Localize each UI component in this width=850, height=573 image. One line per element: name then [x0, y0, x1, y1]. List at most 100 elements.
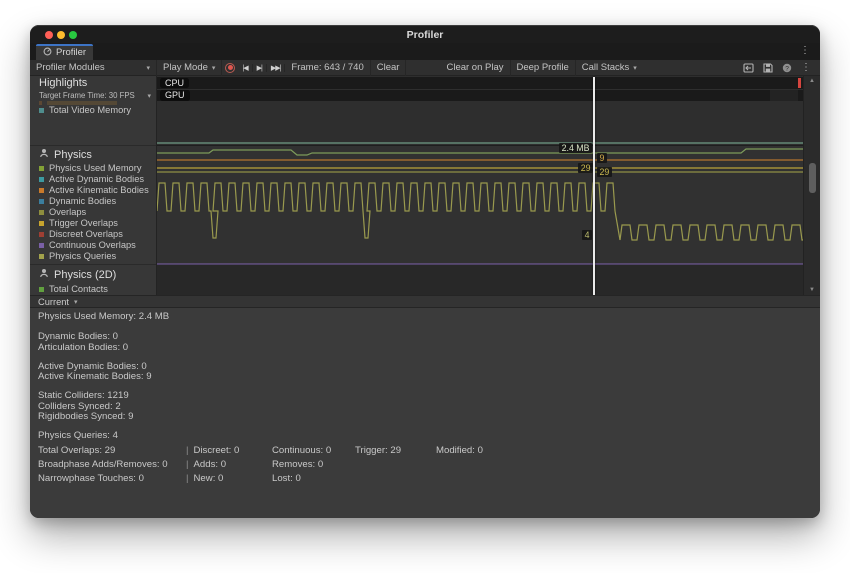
stat-cell: Modified: 0	[436, 445, 483, 456]
gpu-timeline-track[interactable]: GPU	[157, 90, 803, 102]
physics2d-module-header[interactable]: Physics (2D)	[39, 268, 116, 281]
legend-item-trigger-overlaps[interactable]: Trigger Overlaps	[39, 218, 118, 228]
title-bar: Profiler	[30, 25, 820, 43]
profiler-modules-dropdown[interactable]: Profiler Modules ▾	[30, 60, 157, 76]
clear-button[interactable]: Clear	[371, 60, 407, 76]
tab-profiler[interactable]: Profiler	[36, 44, 93, 60]
stat-cell: |Discreet: 0	[186, 445, 239, 456]
legend-swatch	[39, 221, 44, 226]
next-frame-button[interactable]: ▶|	[253, 64, 267, 72]
legend-label: Active Kinematic Bodies	[49, 185, 149, 195]
value-chip-queries: 4	[582, 230, 592, 240]
stat-cell: Total Overlaps: 29	[38, 445, 115, 456]
profiler-window: Profiler Profiler ⋮ Profiler Modules ▾ P…	[30, 25, 820, 518]
legend-item-physics-queries[interactable]: Physics Queries	[39, 251, 116, 261]
cpu-timeline-track[interactable]: CPU	[157, 77, 803, 89]
legend-label: Physics Queries	[49, 251, 116, 261]
gpu-track-label: GPU	[160, 90, 190, 101]
legend-item-active-dynamic-bodies[interactable]: Active Dynamic Bodies	[39, 174, 144, 184]
profiler-modules-label: Profiler Modules	[36, 62, 105, 73]
help-icon[interactable]: ?	[782, 63, 792, 73]
legend-label: Dynamic Bodies	[49, 196, 116, 206]
scroll-up-icon[interactable]: ▲	[804, 78, 820, 84]
stat-cell: Lost: 0	[272, 473, 301, 484]
toolbar-menu-kebab-icon[interactable]: ⋮	[801, 62, 811, 73]
tab-accent-stripe	[36, 44, 93, 46]
module-separator	[30, 264, 157, 265]
deep-profile-label: Deep Profile	[517, 62, 569, 73]
legend-item-active-kinematic-bodies[interactable]: Active Kinematic Bodies	[39, 185, 149, 195]
legend-label: Overlaps	[49, 207, 86, 217]
column-divider: |	[186, 459, 189, 470]
stat-cell: |Adds: 0	[186, 459, 226, 470]
frame-counter: Frame: 643 / 740	[285, 60, 370, 76]
legend-swatch	[39, 232, 44, 237]
value-chip-used-memory: 2.4 MB	[559, 143, 592, 153]
clear-on-play-toggle[interactable]: Clear on Play	[440, 60, 510, 76]
selected-frame-playhead[interactable]	[593, 77, 595, 295]
legend-swatch	[39, 210, 44, 215]
details-toolbar: Current ▾	[30, 295, 820, 308]
vertical-scrollbar[interactable]: ▲ ▼	[803, 76, 820, 295]
stat-cell: Broadphase Adds/Removes: 0	[38, 459, 168, 470]
narrowphase-stats-row: Narrowphase Touches: 0 |New: 0 Lost: 0	[30, 473, 820, 483]
play-mode-label: Play Mode	[163, 62, 208, 73]
chevron-down-icon: ▾	[212, 64, 216, 72]
last-frame-button[interactable]: ▶▶|	[267, 64, 286, 72]
deep-profile-toggle[interactable]: Deep Profile	[511, 60, 576, 76]
physics2d-icon	[39, 268, 49, 281]
legend-swatch	[39, 254, 44, 259]
tab-menu-kebab-icon[interactable]: ⋮	[800, 45, 810, 56]
target-frame-time-dropdown[interactable]: Target Frame Time: 30 FPS ▾	[39, 91, 151, 100]
scroll-down-icon[interactable]: ▼	[804, 287, 820, 293]
call-stacks-dropdown[interactable]: Call Stacks ▾	[576, 60, 643, 76]
legend-label: Continuous Overlaps	[49, 240, 136, 250]
physics-title: Physics	[54, 149, 92, 161]
broadphase-stats-row: Broadphase Adds/Removes: 0 |Adds: 0 Remo…	[30, 459, 820, 469]
detail-line: Rigidbodies Synced: 9	[38, 412, 169, 422]
tab-bar: Profiler ⋮	[30, 43, 820, 60]
record-button[interactable]	[225, 63, 235, 73]
legend-label: Trigger Overlaps	[49, 218, 118, 228]
stat-cell: Continuous: 0	[272, 445, 331, 456]
frame-chart-area[interactable]: CPU GPU 2.4 MB 9 29 29 4	[157, 76, 803, 295]
modules-sidebar: Highlights Target Frame Time: 30 FPS ▾ T…	[30, 76, 157, 295]
legend-item-discreet-overlaps[interactable]: Discreet Overlaps	[39, 229, 123, 239]
detail-line: Articulation Bodies: 0	[38, 343, 169, 353]
column-divider: |	[186, 473, 189, 484]
physics-module-header[interactable]: Physics	[39, 148, 92, 161]
toolbar: Profiler Modules ▾ Play Mode ▾ |◀ ▶| ▶▶|…	[30, 60, 820, 76]
clear-label: Clear	[377, 62, 400, 73]
legend-item-physics-used-memory[interactable]: Physics Used Memory	[39, 163, 141, 173]
detail-line: Physics Used Memory: 2.4 MB	[38, 312, 169, 322]
legend-label: Discreet Overlaps	[49, 229, 123, 239]
frame-counter-label: Frame: 643 / 740	[291, 62, 363, 73]
physics-icon	[39, 148, 49, 161]
legend-swatch	[39, 199, 44, 204]
highlights-module-header[interactable]: Highlights	[39, 77, 87, 89]
stat-cell: Removes: 0	[272, 459, 323, 470]
save-profile-icon[interactable]	[763, 63, 773, 73]
details-view-dropdown[interactable]: Current ▾	[30, 297, 86, 307]
svg-text:?: ?	[785, 65, 789, 72]
column-divider: |	[186, 445, 189, 456]
scrollbar-thumb[interactable]	[809, 163, 816, 193]
legend-swatch	[39, 166, 44, 171]
legend-item-total-contacts[interactable]: Total Contacts	[39, 284, 108, 294]
window-title: Profiler	[30, 29, 820, 41]
tab-label: Profiler	[56, 47, 86, 58]
legend-swatch	[39, 243, 44, 248]
play-mode-dropdown[interactable]: Play Mode ▾	[157, 60, 222, 76]
legend-item-dynamic-bodies[interactable]: Dynamic Bodies	[39, 196, 116, 206]
legend-item-continuous-overlaps[interactable]: Continuous Overlaps	[39, 240, 136, 250]
target-frame-time-label: Target Frame Time: 30 FPS	[39, 91, 135, 100]
previous-frame-button[interactable]: |◀	[238, 64, 252, 72]
value-chip-kinematic: 9	[597, 153, 607, 163]
value-chip-trigger-overlaps: 29	[578, 163, 593, 173]
value-chip-overlaps: 29	[597, 167, 612, 177]
legend-item-overlaps[interactable]: Overlaps	[39, 207, 86, 217]
legend-label: Total Contacts	[49, 284, 108, 294]
load-profile-icon[interactable]	[743, 63, 754, 73]
legend-item-total-video-memory[interactable]: Total Video Memory	[39, 105, 131, 115]
detail-line: Active Kinematic Bodies: 9	[38, 372, 169, 382]
